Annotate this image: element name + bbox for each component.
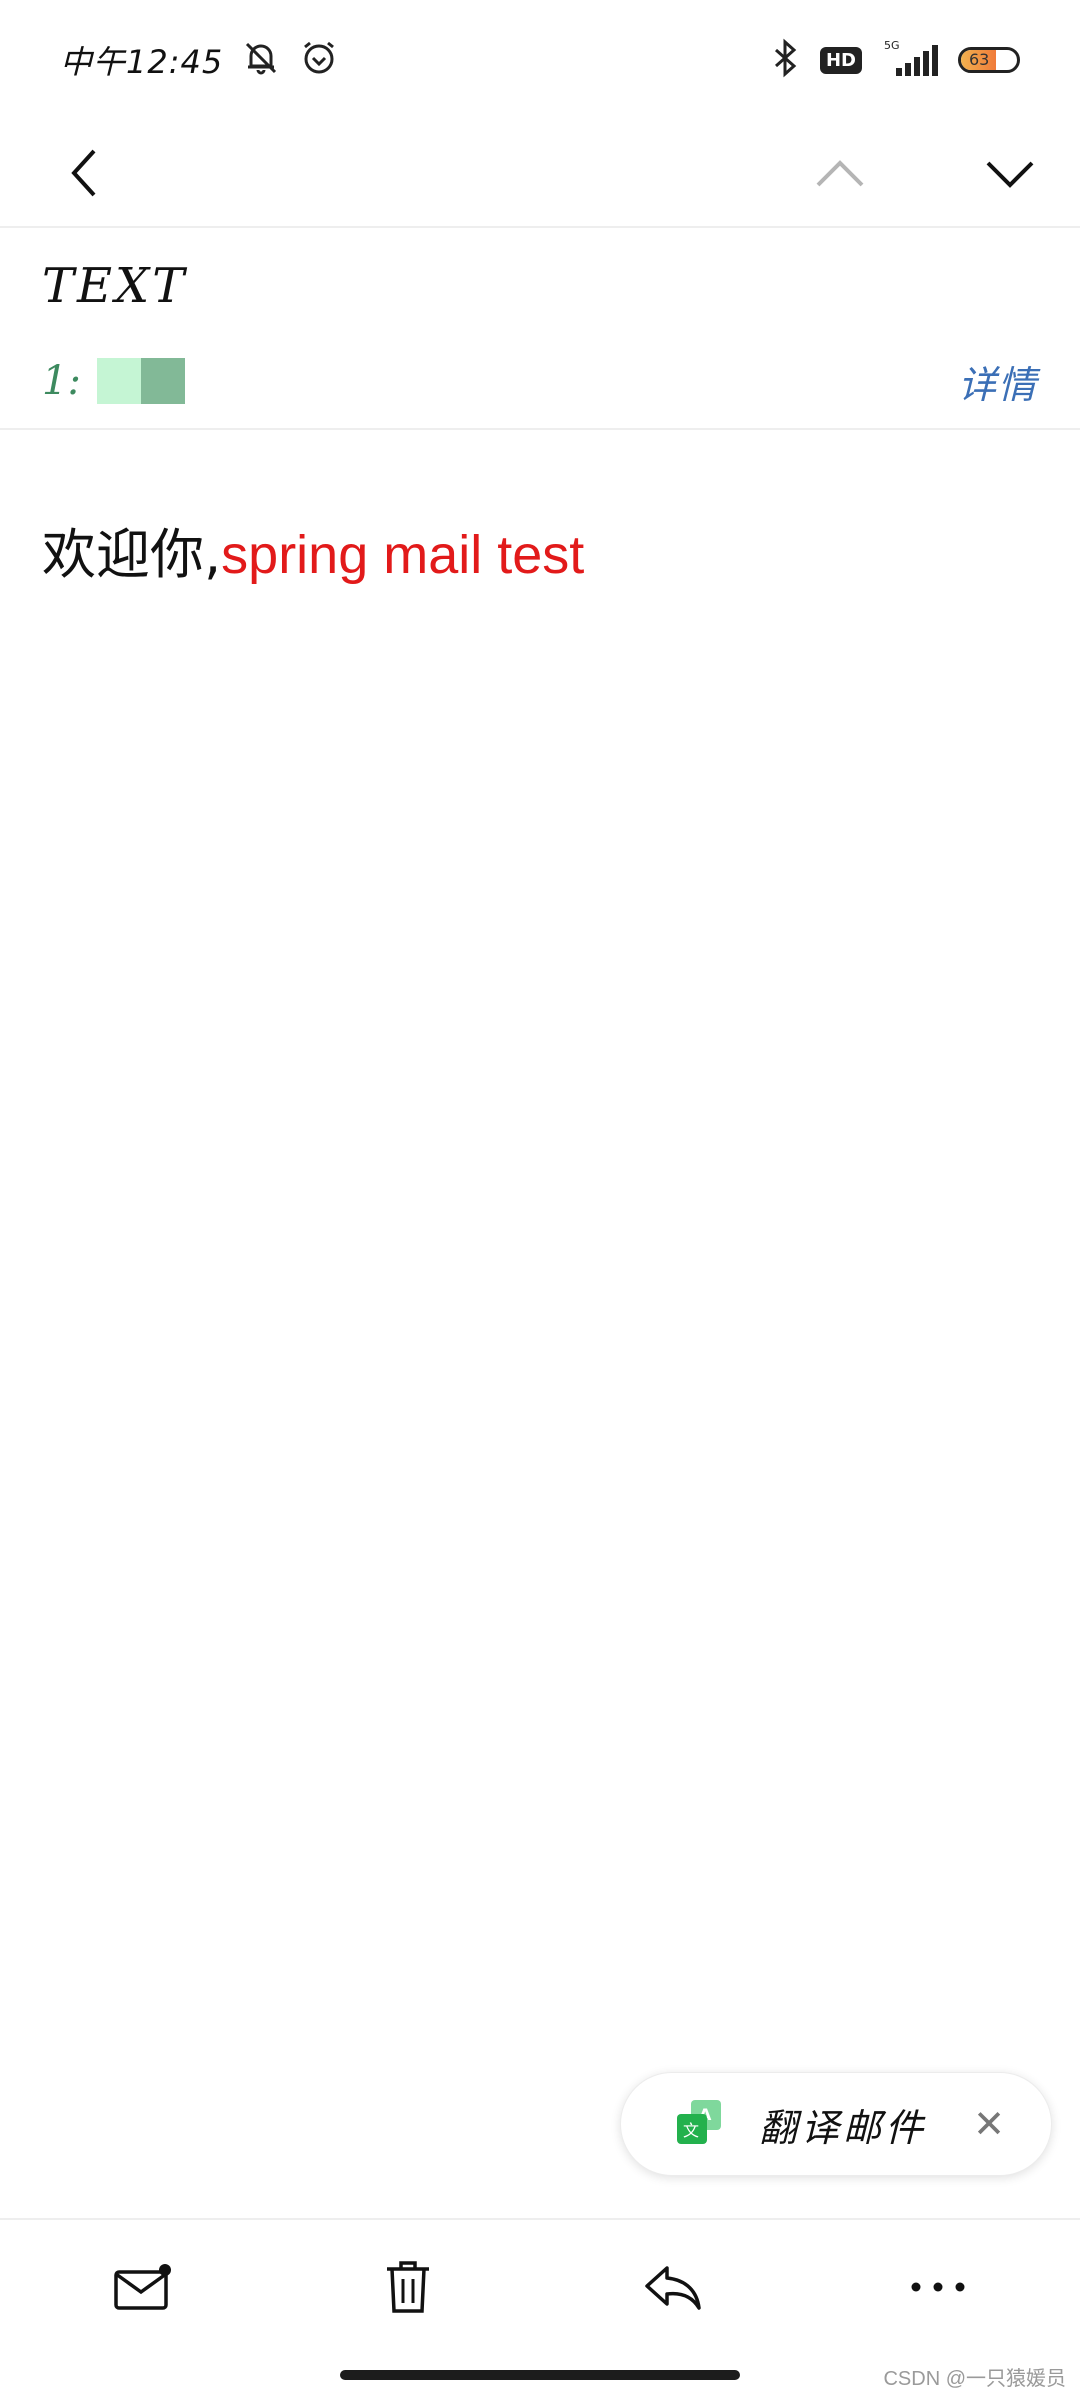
mark-unread-button[interactable] (83, 2237, 203, 2337)
more-button[interactable] (878, 2237, 998, 2337)
translate-icon-front-letter: 文 (683, 2121, 699, 2140)
mail-unread-icon (113, 2264, 171, 2310)
sender-redacted-block (96, 358, 185, 404)
trash-icon (386, 2261, 429, 2313)
reply-icon (644, 2266, 701, 2310)
alarm-icon (299, 38, 339, 82)
status-bar: 中午12:45 HD 5G 63 (0, 0, 1080, 120)
status-left: 中午12:45 (60, 37, 339, 83)
previous-mail-button[interactable] (800, 133, 880, 213)
mail-detail-screen: 中午12:45 HD 5G 63 TEXT 1: 详情 欢迎你,spring m… (0, 0, 1080, 2400)
more-icon (911, 2282, 964, 2292)
mail-body: 欢迎你,spring mail test (42, 520, 1038, 590)
bottom-toolbar (0, 2218, 1080, 2354)
next-mail-button[interactable] (970, 133, 1050, 213)
mail-header: TEXT 1: 详情 (0, 228, 1080, 430)
sender-row: 1: 详情 (42, 346, 1038, 416)
sender-info[interactable]: 1: (42, 358, 185, 404)
translate-icon: A 文 (675, 2098, 723, 2150)
back-arrow-icon (71, 149, 96, 197)
nav-right (800, 133, 1050, 213)
home-indicator[interactable] (340, 2370, 740, 2380)
translate-mail-label: 翻译邮件 (759, 2105, 928, 2150)
details-link[interactable]: 详情 (958, 354, 1038, 409)
reply-button[interactable] (613, 2237, 733, 2337)
sender-name: 1: (42, 358, 81, 404)
battery-icon: 63 (958, 47, 1020, 73)
network-label: 5G (884, 39, 900, 52)
close-icon: ✕ (973, 2103, 1005, 2146)
body-greeting: 欢迎你, (42, 523, 222, 586)
chevron-up-icon (816, 160, 864, 187)
nav-bar (0, 120, 1080, 228)
battery-percent: 63 (969, 50, 990, 69)
bluetooth-icon (768, 38, 804, 82)
status-right: HD 5G 63 (768, 38, 1020, 82)
translate-mail-toast[interactable]: A 文 翻译邮件 ✕ (620, 2072, 1052, 2176)
mail-subject: TEXT (42, 258, 188, 314)
hd-badge: HD (819, 46, 862, 74)
back-button[interactable] (44, 133, 124, 213)
watermark: CSDN @一只猿媛员 (883, 2368, 1066, 2390)
delete-button[interactable] (348, 2237, 468, 2337)
chevron-down-icon (986, 161, 1034, 188)
mute-bell-icon (241, 38, 281, 82)
signal-icon: 5G (878, 38, 942, 82)
toast-close-button[interactable]: ✕ (967, 2102, 1011, 2146)
body-highlight: spring mail test (221, 525, 585, 585)
status-time: 中午12:45 (60, 43, 224, 81)
